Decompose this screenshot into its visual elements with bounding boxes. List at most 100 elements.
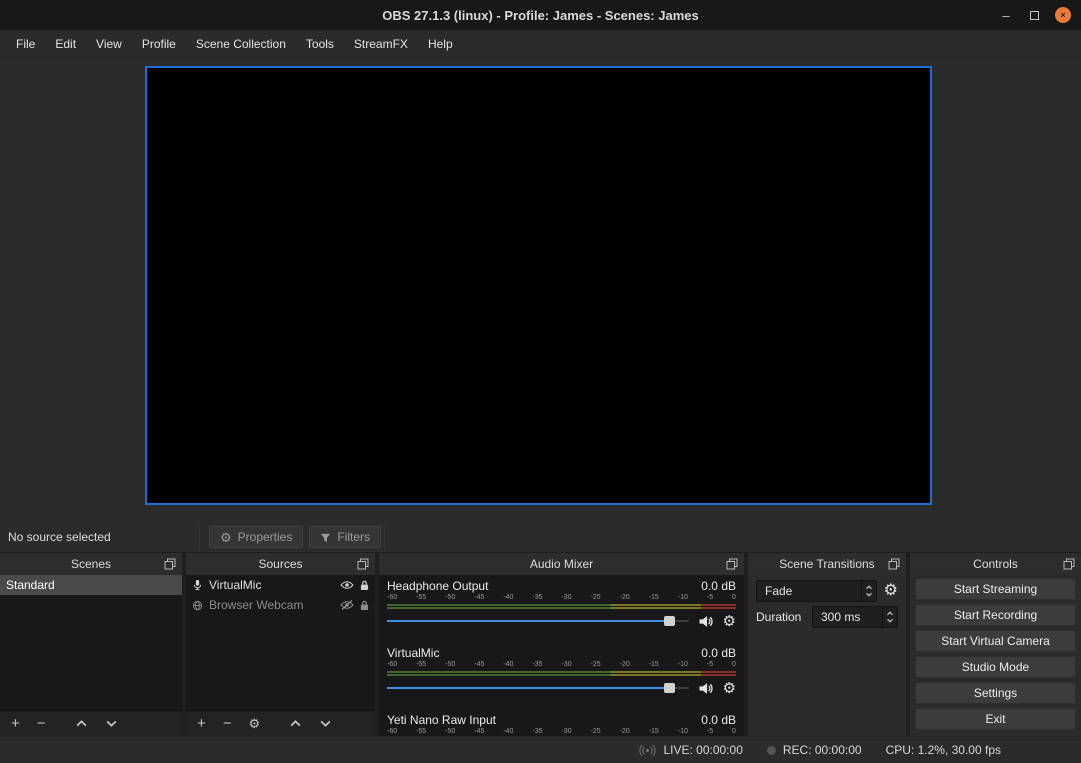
- sources-dock-header: Sources: [186, 553, 375, 575]
- record-icon: [767, 746, 776, 755]
- eye-icon[interactable]: [340, 580, 354, 590]
- filters-button[interactable]: Filters: [309, 526, 381, 548]
- chevron-down-icon: [319, 719, 332, 728]
- scene-transitions-dock: Scene Transitions Fade ⚙ Duration 3: [748, 553, 906, 736]
- scene-move-down-button[interactable]: [105, 719, 118, 728]
- menu-help[interactable]: Help: [418, 30, 463, 57]
- docks-row: Scenes Standard + − Sources: [0, 553, 1081, 736]
- audio-mixer-dock: Audio Mixer Headphone Output 0.0 dB -60-…: [379, 553, 744, 736]
- meter-tick-label: -30: [561, 594, 571, 601]
- preview-canvas[interactable]: [145, 66, 932, 505]
- start-virtual-camera-button[interactable]: Start Virtual Camera: [915, 630, 1076, 652]
- settings-button[interactable]: Settings: [915, 682, 1076, 704]
- scene-move-up-button[interactable]: [75, 719, 88, 728]
- gear-icon[interactable]: ⚙: [723, 681, 736, 696]
- add-source-button[interactable]: +: [197, 716, 206, 731]
- remove-scene-button[interactable]: −: [37, 716, 46, 731]
- meter-tick-label: -55: [416, 728, 426, 735]
- chevron-up-icon: [865, 585, 873, 590]
- meter-tick-label: -60: [387, 594, 397, 601]
- speaker-icon[interactable]: [698, 682, 714, 695]
- close-button[interactable]: ×: [1055, 7, 1071, 23]
- remove-source-button[interactable]: −: [223, 716, 232, 731]
- scene-item-standard[interactable]: Standard: [0, 575, 182, 595]
- cpu-status: CPU: 1.2%, 30.00 fps: [886, 743, 1001, 757]
- mixer-channel-level: 0.0 dB: [701, 579, 736, 594]
- popout-icon[interactable]: [357, 558, 369, 570]
- transition-select[interactable]: Fade: [756, 580, 877, 602]
- live-time: LIVE: 00:00:00: [663, 743, 742, 757]
- mixer-header-label: Audio Mixer: [530, 557, 593, 571]
- combo-spin-buttons[interactable]: [861, 581, 876, 601]
- volume-slider[interactable]: [387, 612, 689, 630]
- meter-tick-label: 0: [732, 661, 736, 668]
- chevron-down-icon: [105, 719, 118, 728]
- menu-edit[interactable]: Edit: [45, 30, 86, 57]
- preview-area: [0, 58, 1081, 522]
- toolbar-separator: [384, 526, 385, 548]
- menu-tools[interactable]: Tools: [296, 30, 344, 57]
- transitions-header-label: Scene Transitions: [779, 557, 874, 571]
- speaker-icon[interactable]: [698, 615, 714, 628]
- exit-button[interactable]: Exit: [915, 708, 1076, 730]
- gear-icon: ⚙: [220, 531, 232, 544]
- duration-spinbox[interactable]: 300 ms: [812, 606, 898, 628]
- meter-tick-label: -55: [416, 661, 426, 668]
- window-title: OBS 27.1.3 (linux) - Profile: James - Sc…: [0, 8, 1081, 23]
- start-recording-button[interactable]: Start Recording: [915, 604, 1076, 626]
- duration-spin-buttons[interactable]: [882, 607, 897, 627]
- source-item-browser-webcam[interactable]: Browser Webcam: [186, 595, 375, 615]
- add-scene-button[interactable]: +: [11, 716, 20, 731]
- meter-tick-label: -40: [503, 594, 513, 601]
- lock-icon[interactable]: [360, 600, 369, 611]
- meter-tick-label: 0: [732, 728, 736, 735]
- title-bar: OBS 27.1.3 (linux) - Profile: James - Sc…: [0, 0, 1081, 30]
- lock-icon[interactable]: [360, 580, 369, 591]
- maximize-button[interactable]: [1030, 11, 1039, 20]
- meter-tick-label: -5: [707, 594, 713, 601]
- gear-icon[interactable]: ⚙: [723, 614, 736, 629]
- meter-tick-label: -40: [503, 661, 513, 668]
- meter-tick-label: -45: [474, 728, 484, 735]
- popout-icon[interactable]: [726, 558, 738, 570]
- cpu-stats-text: CPU: 1.2%, 30.00 fps: [886, 743, 1001, 757]
- plus-icon: +: [11, 716, 20, 731]
- studio-mode-button[interactable]: Studio Mode: [915, 656, 1076, 678]
- transition-properties-gear-icon[interactable]: ⚙: [884, 583, 898, 599]
- popout-icon[interactable]: [164, 558, 176, 570]
- menu-scene-collection[interactable]: Scene Collection: [186, 30, 296, 57]
- meter-tick-label: -10: [678, 728, 688, 735]
- menu-profile[interactable]: Profile: [132, 30, 186, 57]
- popout-icon[interactable]: [888, 558, 900, 570]
- slider-handle[interactable]: [664, 616, 675, 626]
- mixer-dock-header: Audio Mixer: [379, 553, 744, 575]
- menu-file[interactable]: File: [6, 30, 45, 57]
- meter-tick-label: -25: [591, 728, 601, 735]
- menu-streamfx[interactable]: StreamFX: [344, 30, 418, 57]
- globe-icon: [192, 600, 203, 611]
- start-streaming-button[interactable]: Start Streaming: [915, 578, 1076, 600]
- volume-slider[interactable]: [387, 679, 689, 697]
- source-properties-button[interactable]: ⚙: [249, 717, 261, 730]
- meter-tick-label: -30: [561, 728, 571, 735]
- controls-body: Start Streaming Start Recording Start Vi…: [910, 575, 1081, 736]
- popout-icon[interactable]: [1063, 558, 1075, 570]
- minimize-button[interactable]: –: [998, 7, 1014, 23]
- window-controls: – ×: [998, 0, 1071, 30]
- minus-icon: −: [37, 716, 46, 731]
- meter-tick-label: -60: [387, 728, 397, 735]
- menu-view[interactable]: View: [86, 30, 132, 57]
- plus-icon: +: [197, 716, 206, 731]
- properties-button[interactable]: ⚙ Properties: [209, 526, 303, 548]
- eye-slash-icon[interactable]: [340, 600, 354, 610]
- meter-tick-label: -15: [649, 728, 659, 735]
- sources-dock: Sources VirtualMic: [186, 553, 375, 736]
- chevron-down-icon: [865, 592, 873, 597]
- transition-value: Fade: [765, 584, 792, 598]
- source-move-down-button[interactable]: [319, 719, 332, 728]
- mixer-body: Headphone Output 0.0 dB -60-55-50-45-40-…: [379, 575, 744, 736]
- volume-meter: [387, 604, 736, 610]
- source-item-virtualmic[interactable]: VirtualMic: [186, 575, 375, 595]
- source-move-up-button[interactable]: [289, 719, 302, 728]
- slider-handle[interactable]: [664, 683, 675, 693]
